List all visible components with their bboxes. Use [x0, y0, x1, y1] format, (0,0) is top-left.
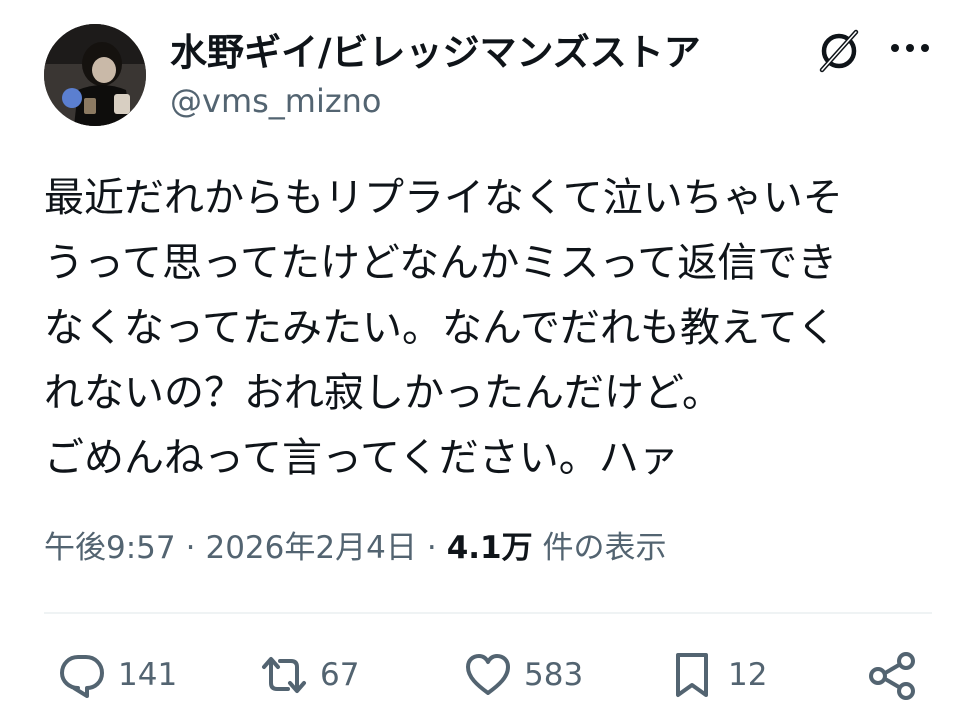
more-icon[interactable] [888, 33, 932, 63]
views-count[interactable]: 4.1万 [447, 530, 533, 566]
tweet-text: 最近だれからもリプライなくて泣いちゃいそ うって思ってたけどなんかミスって返信で… [44, 175, 843, 481]
reply-button[interactable]: 141 [56, 640, 177, 710]
bookmark-icon [676, 653, 708, 697]
avatar[interactable] [44, 24, 146, 126]
like-count: 583 [524, 657, 584, 693]
tweet-meta: 午後9:57 · 2026年2月4日 · 4.1万 件の表示 [44, 522, 944, 567]
avatar-photo [44, 24, 146, 126]
grok-icon[interactable] [814, 26, 864, 76]
meta-separator: · [426, 530, 437, 566]
meta-separator: · [185, 530, 196, 566]
divider [44, 612, 932, 614]
reply-icon [60, 655, 104, 698]
action-bar: 141 67 583 12 [0, 640, 976, 710]
like-button[interactable]: 583 [462, 640, 583, 710]
retweet-button[interactable]: 67 [258, 640, 359, 710]
reply-count: 141 [118, 657, 178, 693]
display-name[interactable]: 水野ギイ/ビレッジマンズストア [170, 22, 701, 76]
bookmark-button[interactable]: 12 [666, 640, 767, 710]
user-handle[interactable]: @vms_mizno [170, 82, 382, 120]
retweet-count: 67 [320, 657, 360, 693]
bookmark-count: 12 [728, 657, 768, 693]
heart-icon [466, 654, 510, 695]
tweet-date[interactable]: 2026年2月4日 [205, 530, 416, 566]
retweet-icon [262, 657, 306, 693]
share-icon[interactable] [864, 648, 920, 704]
tweet-time[interactable]: 午後9:57 [44, 530, 176, 566]
views-label[interactable]: 件の表示 [542, 530, 666, 566]
tweet-header: 水野ギイ/ビレッジマンズストア @vms_mizno [0, 0, 976, 140]
